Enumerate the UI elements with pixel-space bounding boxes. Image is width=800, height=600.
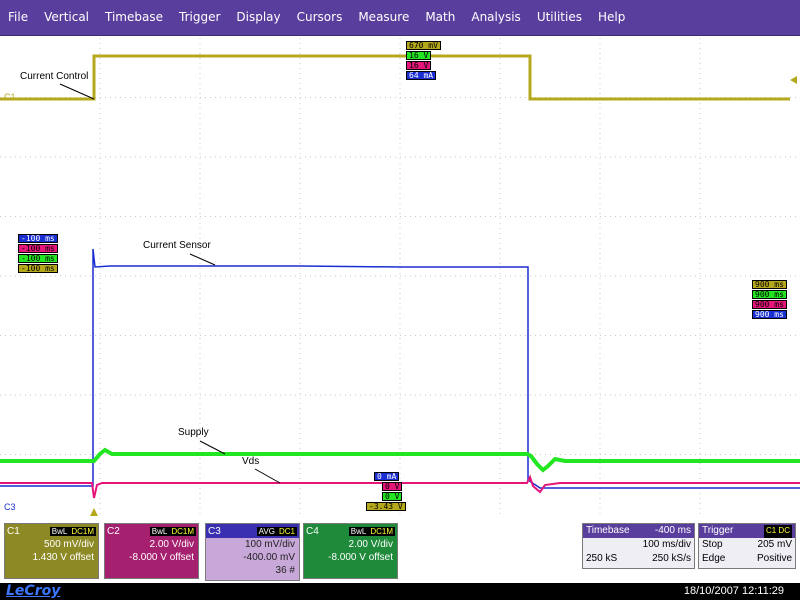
channel-c1-header: C1 BwL DC1M	[5, 524, 98, 538]
menu-analysis[interactable]: Analysis	[463, 0, 528, 35]
channel-c3-header: C3 AVG DC1	[206, 524, 299, 538]
channel-c2-name: C2	[107, 525, 120, 537]
channel-c4-vdiv: 2.00 V/div	[348, 539, 393, 550]
tag-c4-bottom: 0 V	[382, 492, 403, 501]
tag-c2-bottom: 0 V	[382, 482, 403, 491]
channel-c3-sweeps: 36 #	[275, 565, 295, 576]
tag-c4-left: -100 ms	[18, 254, 58, 263]
tag-c4-right: 900 ms	[752, 290, 787, 299]
status-bar: LeCroy 18/10/2007 12:11:29	[0, 583, 800, 600]
c1-ground-marker[interactable]: C1	[4, 92, 16, 102]
channel-c3-vdiv: 100 mV/div	[244, 539, 295, 550]
leader-vds	[254, 468, 281, 484]
leader-current-sensor	[189, 253, 216, 266]
timebase-delay: -400 ms	[654, 525, 691, 536]
timebase-header: Timebase -400 ms	[583, 524, 694, 538]
label-vds: Vds	[242, 456, 260, 467]
trace-c1-current-control	[0, 54, 790, 101]
channel-c1-vdiv: 500 mV/div	[43, 539, 94, 550]
channel-c3-coupling: DC1	[276, 526, 297, 536]
label-current-control: Current Control	[20, 71, 89, 82]
channel-c1-offset: 1.430 V offset	[32, 552, 94, 563]
channel-c1-bwl: BwL	[49, 526, 70, 536]
label-current-sensor: Current Sensor	[143, 240, 211, 251]
timebase-label: Timebase	[586, 525, 630, 536]
timebase-box[interactable]: Timebase -400 ms 100 ms/div 250 kS 250 k…	[582, 523, 695, 569]
waveform-canvas	[0, 38, 800, 516]
channel-c3-name: C3	[208, 525, 221, 537]
tag-c3-top: 64 mA	[406, 71, 437, 80]
menu-timebase[interactable]: Timebase	[97, 0, 171, 35]
channel-c3-box[interactable]: C3 AVG DC1 100 mV/div -400.00 mV 36 #	[205, 523, 300, 581]
date-time: 18/10/2007 12:11:29	[683, 585, 784, 597]
menu-vertical[interactable]: Vertical	[36, 0, 97, 35]
tag-c2-top: 16 V	[406, 61, 432, 70]
menu-math[interactable]: Math	[417, 0, 463, 35]
menu-file[interactable]: File	[0, 0, 36, 35]
tag-c1-left: -100 ms	[18, 264, 58, 273]
tag-c1-bottom: -3.43 V	[366, 502, 406, 511]
channel-c2-header: C2 BwL DC1M	[105, 524, 198, 538]
channel-c2-box[interactable]: C2 BwL DC1M 2.00 V/div -8.000 V offset	[104, 523, 199, 579]
menu-measure[interactable]: Measure	[350, 0, 417, 35]
channel-c4-name: C4	[306, 525, 319, 537]
timebase-row-tdiv: 100 ms/div	[583, 538, 694, 552]
channel-c3-offset: -400.00 mV	[243, 552, 295, 563]
channel-c4-header: C4 BwL DC1M	[304, 524, 397, 538]
menu-cursors[interactable]: Cursors	[289, 0, 351, 35]
menu-help[interactable]: Help	[590, 0, 633, 35]
lecroy-logo[interactable]: LeCroy	[6, 583, 60, 600]
trigger-header: Trigger C1 DC	[699, 524, 795, 538]
c3-ground-marker[interactable]: C3	[4, 502, 16, 512]
trigger-level: 205 mV	[757, 539, 792, 550]
trigger-position-pointer	[90, 508, 98, 516]
menu-trigger[interactable]: Trigger	[171, 0, 228, 35]
leader-current-control	[59, 83, 95, 100]
timebase-tdiv: 100 ms/div	[642, 539, 691, 550]
label-supply: Supply	[178, 427, 209, 438]
channel-c4-offset: -8.000 V offset	[328, 552, 393, 563]
channel-c1-box[interactable]: C1 BwL DC1M 500 mV/div 1.430 V offset	[4, 523, 99, 579]
trigger-label: Trigger	[702, 525, 734, 536]
channel-c4-box[interactable]: C4 BwL DC1M 2.00 V/div -8.000 V offset	[303, 523, 398, 579]
channel-c3-avg: AVG	[256, 526, 277, 536]
tag-c2-right: 900 ms	[752, 300, 787, 309]
trigger-mode: Stop	[702, 539, 723, 550]
channel-c1-coupling: DC1M	[69, 526, 96, 536]
timebase-rate: 250 kS/s	[652, 553, 691, 564]
channel-c2-vdiv: 2.00 V/div	[149, 539, 194, 550]
menu-bar: File Vertical Timebase Trigger Display C…	[0, 0, 800, 36]
trigger-row-mode: Stop 205 mV	[699, 538, 795, 552]
tag-c3-left: -100 ms	[18, 234, 58, 243]
tag-c1-top: 670 mV	[406, 41, 441, 50]
tag-c1-right: 900 ms	[752, 280, 787, 289]
tag-c4-top: 16 V	[406, 51, 432, 60]
trigger-row-type: Edge Positive	[699, 552, 795, 566]
channel-c4-coupling: DC1M	[368, 526, 395, 536]
channel-c1-name: C1	[7, 525, 20, 537]
tag-c3-bottom: 0 mA	[374, 472, 400, 481]
trigger-box[interactable]: Trigger C1 DC Stop 205 mV Edge Positive	[698, 523, 796, 569]
trigger-slope: Positive	[756, 553, 792, 564]
trigger-source: C1 DC	[763, 525, 792, 538]
tag-c3-right: 900 ms	[752, 310, 787, 319]
trigger-type: Edge	[702, 553, 726, 564]
channel-c2-coupling: DC1M	[169, 526, 196, 536]
waveform-display[interactable]: C1 C3 Current Control Current Sensor Sup…	[0, 36, 800, 516]
channel-c2-offset: -8.000 V offset	[129, 552, 194, 563]
channel-c4-bwl: BwL	[348, 526, 369, 536]
menu-utilities[interactable]: Utilities	[529, 0, 590, 35]
graticule	[0, 38, 800, 514]
tag-c2-left: -100 ms	[18, 244, 58, 253]
channel-c2-bwl: BwL	[149, 526, 170, 536]
trigger-level-pointer	[790, 76, 797, 84]
timebase-row-samples: 250 kS 250 kS/s	[583, 552, 694, 566]
menu-display[interactable]: Display	[228, 0, 288, 35]
timebase-samples: 250 kS	[586, 553, 618, 564]
trace-c4-supply	[0, 447, 800, 473]
